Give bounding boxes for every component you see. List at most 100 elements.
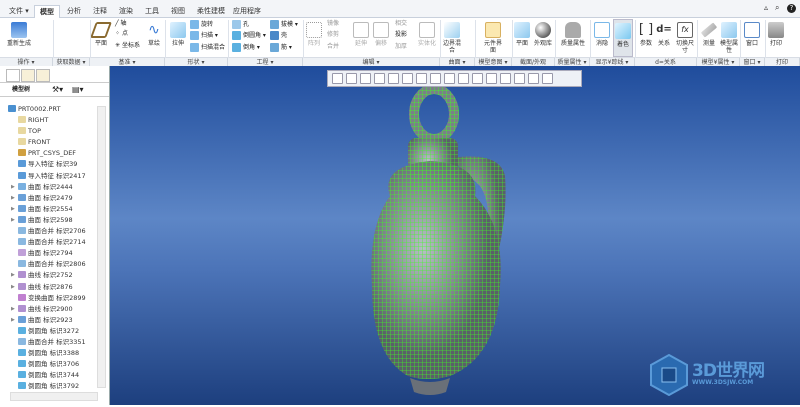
tree-item[interactable]: 倒圆角 标识3706 <box>2 359 96 370</box>
point-button[interactable]: ⁘ 点 <box>115 30 128 38</box>
expand-arrow-icon[interactable]: ▶ <box>11 282 15 293</box>
tab-3[interactable]: 注释 <box>88 5 112 18</box>
folder-browser-tab[interactable] <box>21 69 35 82</box>
expand-arrow-icon[interactable]: ▶ <box>11 304 15 315</box>
tab-8[interactable]: 应用程序 <box>228 5 266 18</box>
display-style-icon[interactable] <box>402 73 413 84</box>
tab-1[interactable]: 模型 <box>34 5 60 18</box>
window-button[interactable]: 窗口 <box>743 22 761 47</box>
chamfer-button[interactable]: 倒角 ▾ <box>232 43 260 52</box>
plane-display-icon[interactable] <box>472 73 483 84</box>
tree-item[interactable]: 倒圆角 标识3792 <box>2 381 96 392</box>
measure-button[interactable]: 测量 <box>700 22 718 47</box>
tree-item[interactable]: RIGHT <box>2 115 96 126</box>
tree-item[interactable]: 曲面合并 标识2806 <box>2 259 96 270</box>
tree-item[interactable]: 曲面合并 标识3351 <box>2 337 96 348</box>
boundary-blend-button[interactable]: 边界混合 <box>441 22 463 54</box>
pattern-button[interactable]: 阵列 <box>305 22 323 47</box>
tab-0[interactable]: 文件 ▾ <box>4 5 34 18</box>
favorites-tab[interactable] <box>36 69 50 82</box>
params-button[interactable]: [ ] 参数 <box>638 22 654 47</box>
tree-item[interactable]: 倒圆角 标识3388 <box>2 348 96 359</box>
spin-center-icon[interactable] <box>444 73 455 84</box>
shading-button[interactable]: 着色 <box>613 19 633 57</box>
minimize-ribbon-icon[interactable]: ▵ <box>764 3 768 12</box>
round-button[interactable]: 倒圆角 ▾ <box>232 31 266 40</box>
refit-icon[interactable] <box>332 73 343 84</box>
help-icon[interactable]: ? <box>787 4 796 13</box>
hole-button[interactable]: 孔 <box>232 20 249 29</box>
relations-button[interactable]: d= 关系 <box>656 22 672 47</box>
plane-button[interactable]: 平面 <box>90 22 112 47</box>
show-icon[interactable]: ▤▾ <box>72 83 84 97</box>
component-interface-button[interactable]: 元件界面 <box>482 22 504 54</box>
tree-item[interactable]: ▶ 曲面 标识2479 <box>2 193 96 204</box>
project-button[interactable]: 投影 <box>395 31 407 39</box>
view-manager-icon[interactable] <box>416 73 427 84</box>
tree-item[interactable]: ▶ 曲面 标识2923 <box>2 315 96 326</box>
expand-arrow-icon[interactable]: ▶ <box>11 270 15 281</box>
point-display-icon[interactable] <box>500 73 511 84</box>
tab-4[interactable]: 渲染 <box>114 5 138 18</box>
appearance-button[interactable]: 外观库 <box>532 22 554 47</box>
sketch-button[interactable]: ∿ 草绘 <box>144 22 164 47</box>
perspective-icon[interactable] <box>430 73 441 84</box>
expand-arrow-icon[interactable]: ▶ <box>11 215 15 226</box>
tree-item[interactable]: 曲面合并 标识2714 <box>2 237 96 248</box>
solidify-button[interactable]: 实体化 <box>418 22 436 47</box>
sweep-button[interactable]: 扫描 ▾ <box>190 31 218 40</box>
datum-display-icon[interactable] <box>458 73 469 84</box>
csys-display-icon[interactable] <box>514 73 525 84</box>
repaint-icon[interactable] <box>374 73 385 84</box>
tab-2[interactable]: 分析 <box>62 5 86 18</box>
tree-item[interactable]: ▶ 曲线 标识2900 <box>2 304 96 315</box>
animation-icon[interactable] <box>542 73 553 84</box>
tree-item[interactable]: 曲面 标识2794 <box>2 248 96 259</box>
trim-button[interactable]: 修剪 <box>327 31 339 39</box>
section-plane-button[interactable]: 平面 <box>513 22 531 47</box>
axis-button[interactable]: ╱ 轴 <box>115 20 127 28</box>
switch-dims-button[interactable]: fx 切换尺寸 <box>675 22 695 54</box>
wireframe-button[interactable]: 消隐 <box>593 22 611 47</box>
csys-button[interactable]: ✳ 坐标系 <box>115 42 140 50</box>
annotation-display-icon[interactable] <box>528 73 539 84</box>
zoom-in-icon[interactable] <box>346 73 357 84</box>
tree-vertical-scrollbar[interactable] <box>97 106 106 388</box>
tree-item[interactable]: ▶ 曲面 标识2554 <box>2 204 96 215</box>
tree-item[interactable]: 导入特征 标识2417 <box>2 171 96 182</box>
intersect-button[interactable]: 相交 <box>395 20 407 28</box>
swept-blend-button[interactable]: 扫描混合 <box>190 43 225 52</box>
expand-arrow-icon[interactable]: ▶ <box>11 204 15 215</box>
tree-item[interactable]: 倒圆角 标识3272 <box>2 326 96 337</box>
merge-button[interactable]: 合并 <box>327 43 339 51</box>
tab-6[interactable]: 视图 <box>166 5 190 18</box>
tree-item[interactable]: 变换曲面 标识2899 <box>2 293 96 304</box>
tree-horizontal-scrollbar[interactable] <box>10 392 98 401</box>
shell-button[interactable]: 壳 <box>270 31 287 40</box>
mass-props-button[interactable]: 质量属性 <box>558 22 588 47</box>
offset-button[interactable]: 偏移 <box>372 22 390 47</box>
expand-arrow-icon[interactable]: ▶ <box>11 315 15 326</box>
tree-item[interactable]: 曲面合并 标识2706 <box>2 226 96 237</box>
model-props-button[interactable]: 模型属性 <box>720 22 738 54</box>
graphics-viewport[interactable]: 3D世界网 WWW.3DSJW.COM <box>110 66 800 405</box>
tree-item[interactable]: ▶ 曲线 标识2752 <box>2 270 96 281</box>
tree-item[interactable]: PRT_CSYS_DEF <box>2 148 96 159</box>
tab-5[interactable]: 工具 <box>140 5 164 18</box>
print-button[interactable]: 打印 <box>767 22 785 47</box>
rib-button[interactable]: 筋 ▾ <box>270 43 292 52</box>
tree-item[interactable]: PRT0002.PRT <box>2 104 96 115</box>
regenerate-button[interactable]: 重新生成 <box>4 22 34 47</box>
thicken-button[interactable]: 加厚 <box>395 43 407 51</box>
mirror-button[interactable]: 镜像 <box>327 20 339 28</box>
search-icon[interactable]: ⌕ <box>775 3 779 13</box>
tree-item[interactable]: 倒圆角 标识3744 <box>2 370 96 381</box>
expand-arrow-icon[interactable]: ▶ <box>11 193 15 204</box>
zoom-out-icon[interactable] <box>360 73 371 84</box>
model-tree-tab[interactable] <box>6 69 20 82</box>
extrude-button[interactable]: 拉伸 <box>168 22 188 47</box>
tree-item[interactable]: ▶ 曲线 标识2876 <box>2 282 96 293</box>
tree-item[interactable]: 导入特征 标识39 <box>2 159 96 170</box>
extend-button[interactable]: 延伸 <box>352 22 370 47</box>
revolve-button[interactable]: 旋转 <box>190 20 213 29</box>
